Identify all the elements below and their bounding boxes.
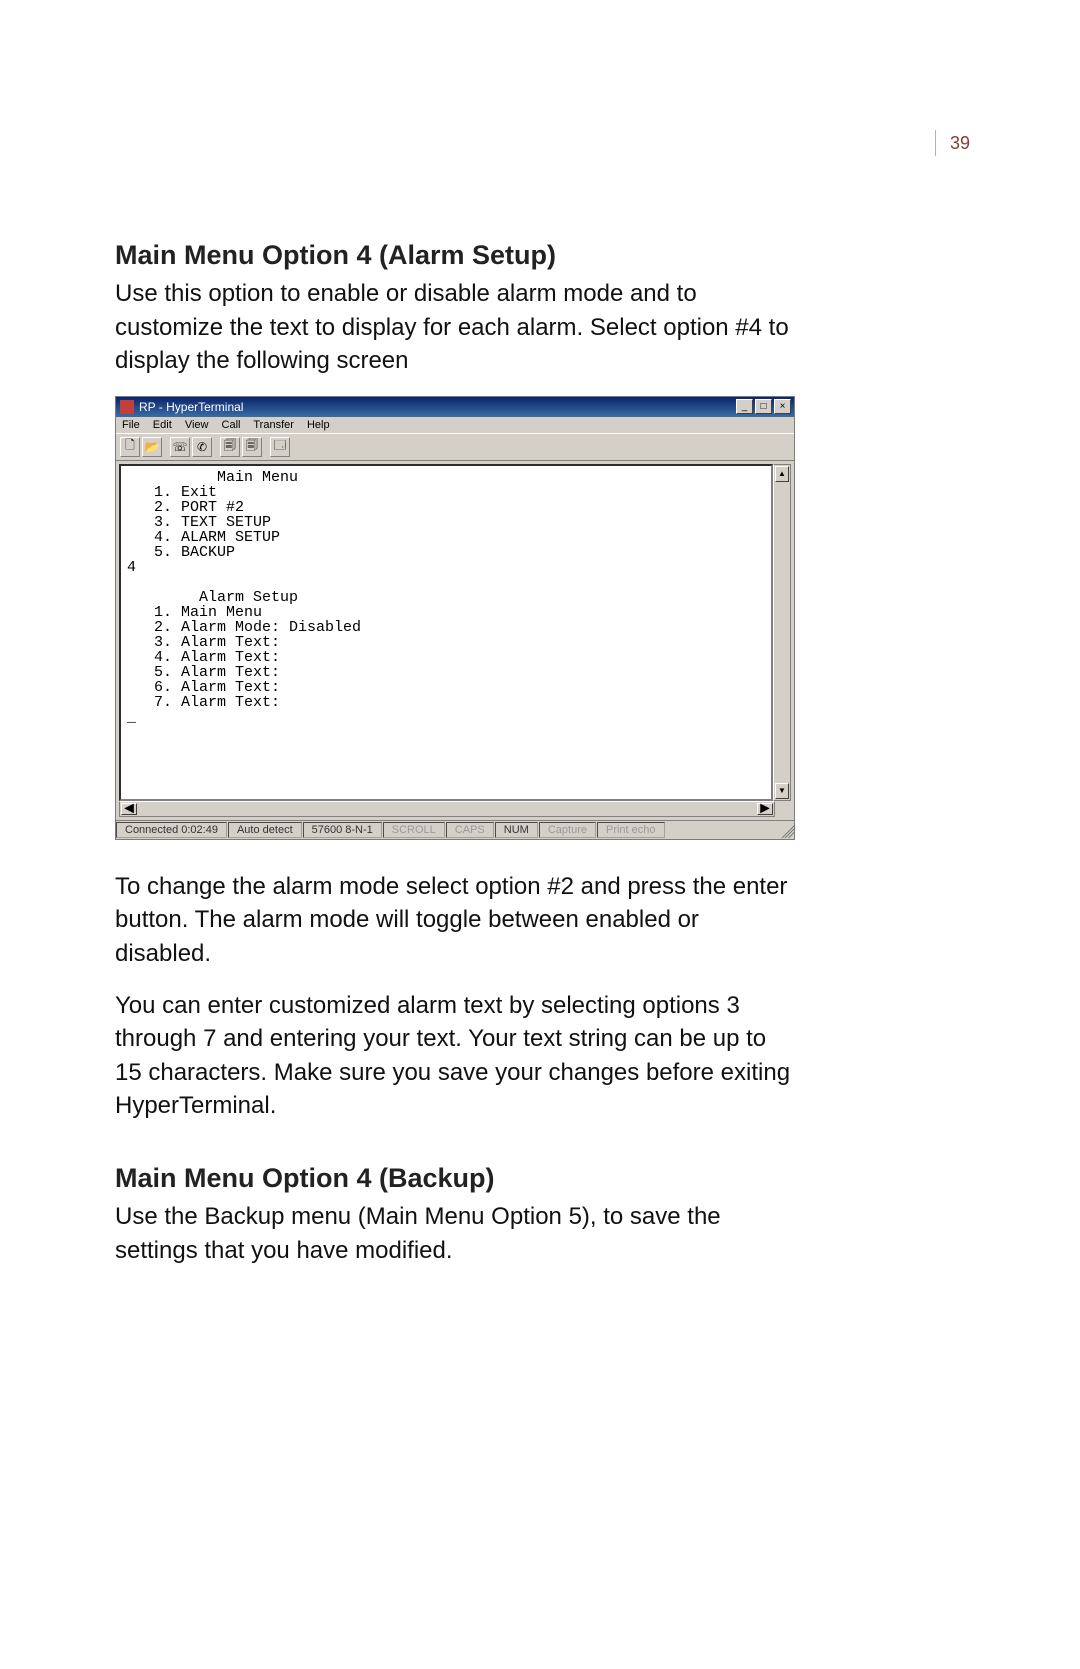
close-button[interactable]: × bbox=[774, 399, 791, 414]
status-caps: CAPS bbox=[446, 822, 494, 838]
status-bar: Connected 0:02:49 Auto detect 57600 8-N-… bbox=[116, 820, 794, 839]
status-connected: Connected 0:02:49 bbox=[116, 822, 227, 838]
maximize-button[interactable]: □ bbox=[755, 399, 772, 414]
section1-para1: Use this option to enable or disable ala… bbox=[115, 277, 795, 378]
receive-icon[interactable]: 🗐 bbox=[242, 437, 262, 457]
resize-grip-icon[interactable] bbox=[778, 822, 794, 838]
document-page: 39 Main Menu Option 4 (Alarm Setup) Use … bbox=[0, 0, 1080, 1669]
status-port: 57600 8-N-1 bbox=[303, 822, 382, 838]
status-detect: Auto detect bbox=[228, 822, 302, 838]
status-scroll: SCROLL bbox=[383, 822, 445, 838]
section-heading-backup: Main Menu Option 4 (Backup) bbox=[115, 1163, 795, 1194]
connect-icon[interactable]: ☏ bbox=[170, 437, 190, 457]
new-icon[interactable]: 🗋 bbox=[120, 437, 140, 457]
section1-para2: To change the alarm mode select option #… bbox=[115, 870, 795, 971]
menu-help[interactable]: Help bbox=[307, 419, 330, 431]
properties-icon[interactable]: 🗔 bbox=[270, 437, 290, 457]
status-num: NUM bbox=[495, 822, 538, 838]
scroll-right-icon[interactable]: ► bbox=[757, 803, 773, 815]
section-heading-alarm-setup: Main Menu Option 4 (Alarm Setup) bbox=[115, 240, 795, 271]
menu-call[interactable]: Call bbox=[222, 419, 241, 431]
window-buttons: _ □ × bbox=[736, 399, 791, 414]
menu-transfer[interactable]: Transfer bbox=[253, 419, 294, 431]
page-number-container: 39 bbox=[935, 130, 970, 156]
horizontal-scrollbar-row: ◄ ► bbox=[116, 801, 794, 820]
vertical-scrollbar[interactable]: ▲ ▼ bbox=[773, 464, 791, 801]
toolbar: 🗋 📂 ☏ ✆ 🗐 🗐 🗔 bbox=[116, 433, 794, 461]
window-titlebar: RP - HyperTerminal _ □ × bbox=[116, 397, 794, 417]
send-icon[interactable]: 🗐 bbox=[220, 437, 240, 457]
status-capture: Capture bbox=[539, 822, 596, 838]
section-backup: Main Menu Option 4 (Backup) Use the Back… bbox=[115, 1163, 795, 1267]
scroll-left-icon[interactable]: ◄ bbox=[121, 803, 137, 815]
page-number: 39 bbox=[950, 133, 970, 154]
menu-edit[interactable]: Edit bbox=[153, 419, 172, 431]
scroll-down-icon[interactable]: ▼ bbox=[775, 783, 789, 799]
scroll-corner bbox=[775, 801, 791, 815]
horizontal-scrollbar[interactable]: ◄ ► bbox=[119, 801, 775, 817]
hyperterminal-window: RP - HyperTerminal _ □ × File Edit View … bbox=[115, 396, 795, 840]
status-echo: Print echo bbox=[597, 822, 665, 838]
section1-para3: You can enter customized alarm text by s… bbox=[115, 989, 795, 1123]
menu-view[interactable]: View bbox=[185, 419, 209, 431]
window-title: RP - HyperTerminal bbox=[139, 400, 736, 414]
terminal-area: Main Menu 1. Exit 2. PORT #2 3. TEXT SET… bbox=[116, 461, 794, 801]
menu-file[interactable]: File bbox=[122, 419, 140, 431]
terminal-output: Main Menu 1. Exit 2. PORT #2 3. TEXT SET… bbox=[119, 464, 773, 801]
scroll-up-icon[interactable]: ▲ bbox=[775, 466, 789, 482]
page-content: Main Menu Option 4 (Alarm Setup) Use thi… bbox=[115, 240, 795, 1267]
menu-bar: File Edit View Call Transfer Help bbox=[116, 417, 794, 433]
app-icon bbox=[120, 400, 134, 414]
section2-para1: Use the Backup menu (Main Menu Option 5)… bbox=[115, 1200, 795, 1267]
disconnect-icon[interactable]: ✆ bbox=[192, 437, 212, 457]
minimize-button[interactable]: _ bbox=[736, 399, 753, 414]
open-icon[interactable]: 📂 bbox=[142, 437, 162, 457]
